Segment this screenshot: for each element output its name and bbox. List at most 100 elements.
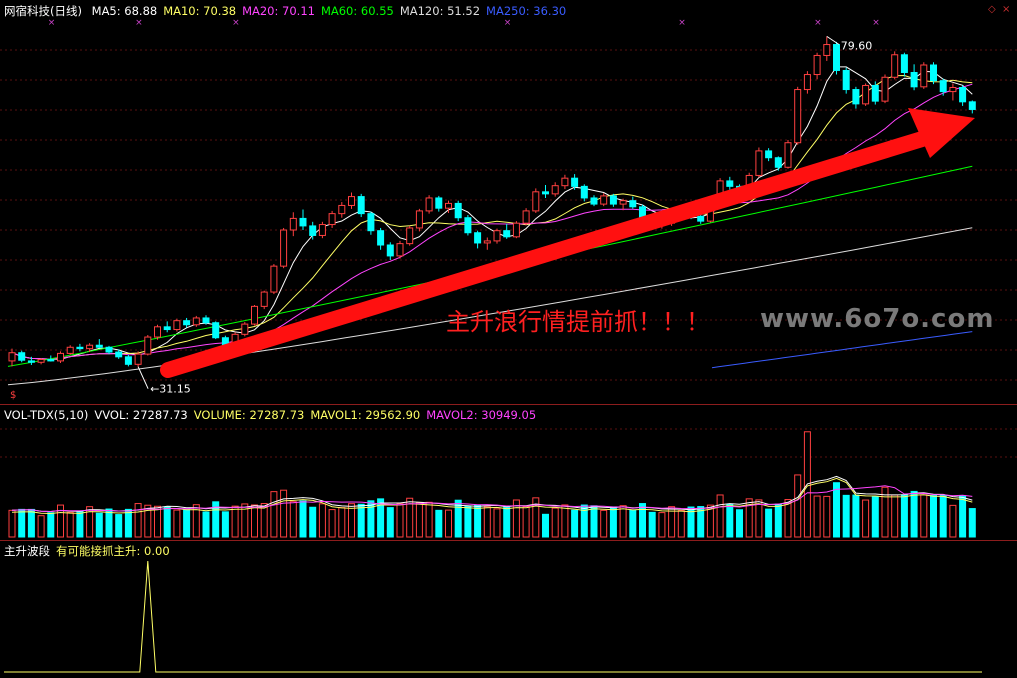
candle-body bbox=[95, 344, 103, 348]
volume-bar bbox=[183, 509, 191, 538]
volume-chart bbox=[0, 428, 1017, 538]
volume-bar bbox=[318, 503, 326, 538]
candle-body bbox=[765, 150, 773, 159]
candle-body bbox=[697, 215, 705, 222]
candle-body bbox=[464, 217, 472, 234]
volume-bar bbox=[619, 505, 627, 538]
volume-bar bbox=[415, 502, 423, 538]
candle-body bbox=[66, 346, 74, 354]
candle-body bbox=[939, 80, 947, 93]
volume-bar bbox=[386, 507, 394, 538]
volume-bar bbox=[221, 511, 229, 538]
volume-bar bbox=[270, 491, 278, 538]
candle-body bbox=[571, 177, 579, 187]
volume-bar bbox=[823, 495, 831, 538]
volume-bar bbox=[648, 511, 656, 538]
volume-bar bbox=[435, 509, 443, 538]
volume-bar bbox=[900, 494, 908, 538]
candle-body bbox=[318, 224, 326, 236]
candle-body bbox=[270, 265, 278, 293]
volume-bar bbox=[716, 494, 724, 538]
volume-bar bbox=[968, 508, 976, 538]
candle-body bbox=[522, 210, 530, 224]
low-marker bbox=[137, 366, 149, 389]
high-marker bbox=[826, 35, 840, 45]
candle-body bbox=[803, 74, 811, 91]
price-chart: 79.60 ←31.15 × × × × × × × bbox=[0, 18, 1017, 396]
candle-body bbox=[289, 217, 297, 231]
volume-bar bbox=[299, 500, 307, 538]
candle-body bbox=[86, 344, 94, 350]
volume-bar bbox=[794, 474, 802, 538]
candle-body bbox=[348, 196, 355, 206]
volume-bar bbox=[154, 505, 161, 538]
candle-body bbox=[794, 89, 802, 144]
candle-body bbox=[862, 84, 870, 105]
candle-body bbox=[920, 64, 928, 88]
volume-bar bbox=[231, 505, 239, 538]
signal-mark: × bbox=[678, 18, 686, 28]
candle-body bbox=[774, 157, 782, 168]
signal-mark: × bbox=[504, 18, 512, 28]
volume-bar bbox=[600, 509, 608, 538]
volume-bar bbox=[959, 495, 967, 538]
volume-bar bbox=[202, 511, 210, 538]
candle-body bbox=[406, 227, 414, 245]
candle-body bbox=[454, 202, 462, 219]
candle-body bbox=[124, 356, 132, 365]
candle-body bbox=[968, 101, 976, 110]
candle-body bbox=[37, 359, 45, 363]
price-panel: 网宿科技(日线) MA5: 68.88 MA10: 70.38 MA20: 70.1… bbox=[0, 0, 1017, 404]
candle-body bbox=[18, 352, 26, 361]
candle-body bbox=[386, 244, 394, 257]
candle-body bbox=[144, 336, 152, 355]
candle-body bbox=[299, 217, 307, 227]
volume-bar bbox=[163, 506, 171, 538]
candle-body bbox=[493, 230, 501, 242]
candle-body bbox=[27, 360, 35, 363]
volume-bar bbox=[833, 482, 840, 538]
volume-bar bbox=[483, 506, 491, 538]
volume-bar bbox=[27, 508, 35, 538]
dollar-mark: $ bbox=[10, 390, 17, 401]
indicator-panel: 主升波段 有可能接抓主升: 0.00 bbox=[0, 541, 1017, 678]
signal-mark: × bbox=[232, 18, 240, 28]
volume-bar bbox=[813, 495, 821, 538]
candle-body bbox=[823, 44, 831, 56]
volume-bar bbox=[18, 508, 26, 538]
candle-body bbox=[910, 72, 918, 88]
volume-bar bbox=[891, 494, 899, 538]
candle-body bbox=[590, 197, 598, 205]
candle-body bbox=[755, 150, 763, 176]
volume-bar bbox=[280, 489, 288, 538]
candle-body bbox=[580, 185, 588, 199]
volume-bar bbox=[445, 509, 452, 538]
volume-bar bbox=[939, 495, 947, 538]
candle-body bbox=[813, 54, 821, 76]
candle-body bbox=[251, 305, 258, 325]
volume-bar bbox=[493, 508, 501, 538]
candle-body bbox=[542, 191, 549, 195]
signal-mark: × bbox=[814, 18, 822, 28]
candle-body bbox=[163, 326, 171, 331]
candle-body bbox=[134, 353, 142, 365]
volume-bar bbox=[134, 503, 142, 538]
volume-bar bbox=[173, 509, 181, 538]
volume-bar bbox=[774, 503, 782, 538]
volume-bar bbox=[57, 504, 64, 538]
candle-body bbox=[47, 359, 55, 362]
volume-bar bbox=[852, 494, 860, 538]
volume-bar bbox=[396, 503, 404, 538]
candle-body bbox=[474, 232, 482, 244]
volume-bar bbox=[677, 509, 685, 538]
volume-bar bbox=[542, 513, 549, 538]
candle-body bbox=[280, 229, 288, 267]
volume-bar bbox=[124, 508, 132, 538]
candle-body bbox=[105, 346, 113, 353]
signal-mark: × bbox=[48, 18, 56, 28]
candle-body bbox=[415, 210, 423, 229]
volume-bar bbox=[289, 501, 297, 538]
candle-body bbox=[309, 225, 317, 236]
candle-body bbox=[76, 346, 84, 350]
volume-bar bbox=[338, 507, 346, 538]
